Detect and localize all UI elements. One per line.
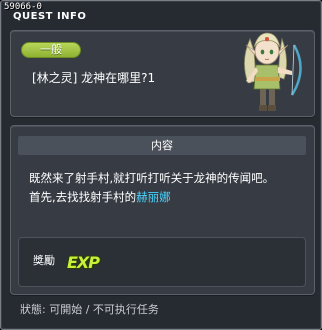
quest-status: 狀態: 可開始 / 不可执行任务 [20, 303, 159, 316]
description-line-2-text: 首先,去找找射手村的 [29, 190, 137, 204]
quest-description: 既然来了射手村,就打听打听关于龙神的传闻吧。 首先,去找找射手村的赫丽娜 [29, 169, 301, 207]
quest-category-badge: 一般 [21, 42, 81, 58]
content-header: 内容 [18, 136, 306, 155]
window-title: QUEST INFO [13, 11, 87, 22]
description-line-1: 既然来了射手村,就打听打听关于龙神的传闻吧。 [29, 171, 275, 185]
description-line-2: 首先,去找找射手村的赫丽娜 [29, 188, 301, 207]
exp-icon: EXP [67, 253, 100, 272]
quest-info-window: 59066-0 QUEST INFO 一般 [林之灵] 龙神在哪里?1 内容 既… [0, 0, 322, 330]
reward-box [18, 237, 306, 287]
reward-label: 獎勵 [33, 254, 55, 267]
npc-portrait [244, 32, 302, 111]
npc-link[interactable]: 赫丽娜 [136, 190, 171, 204]
quest-name: [林之灵] 龙神在哪里?1 [32, 71, 156, 85]
